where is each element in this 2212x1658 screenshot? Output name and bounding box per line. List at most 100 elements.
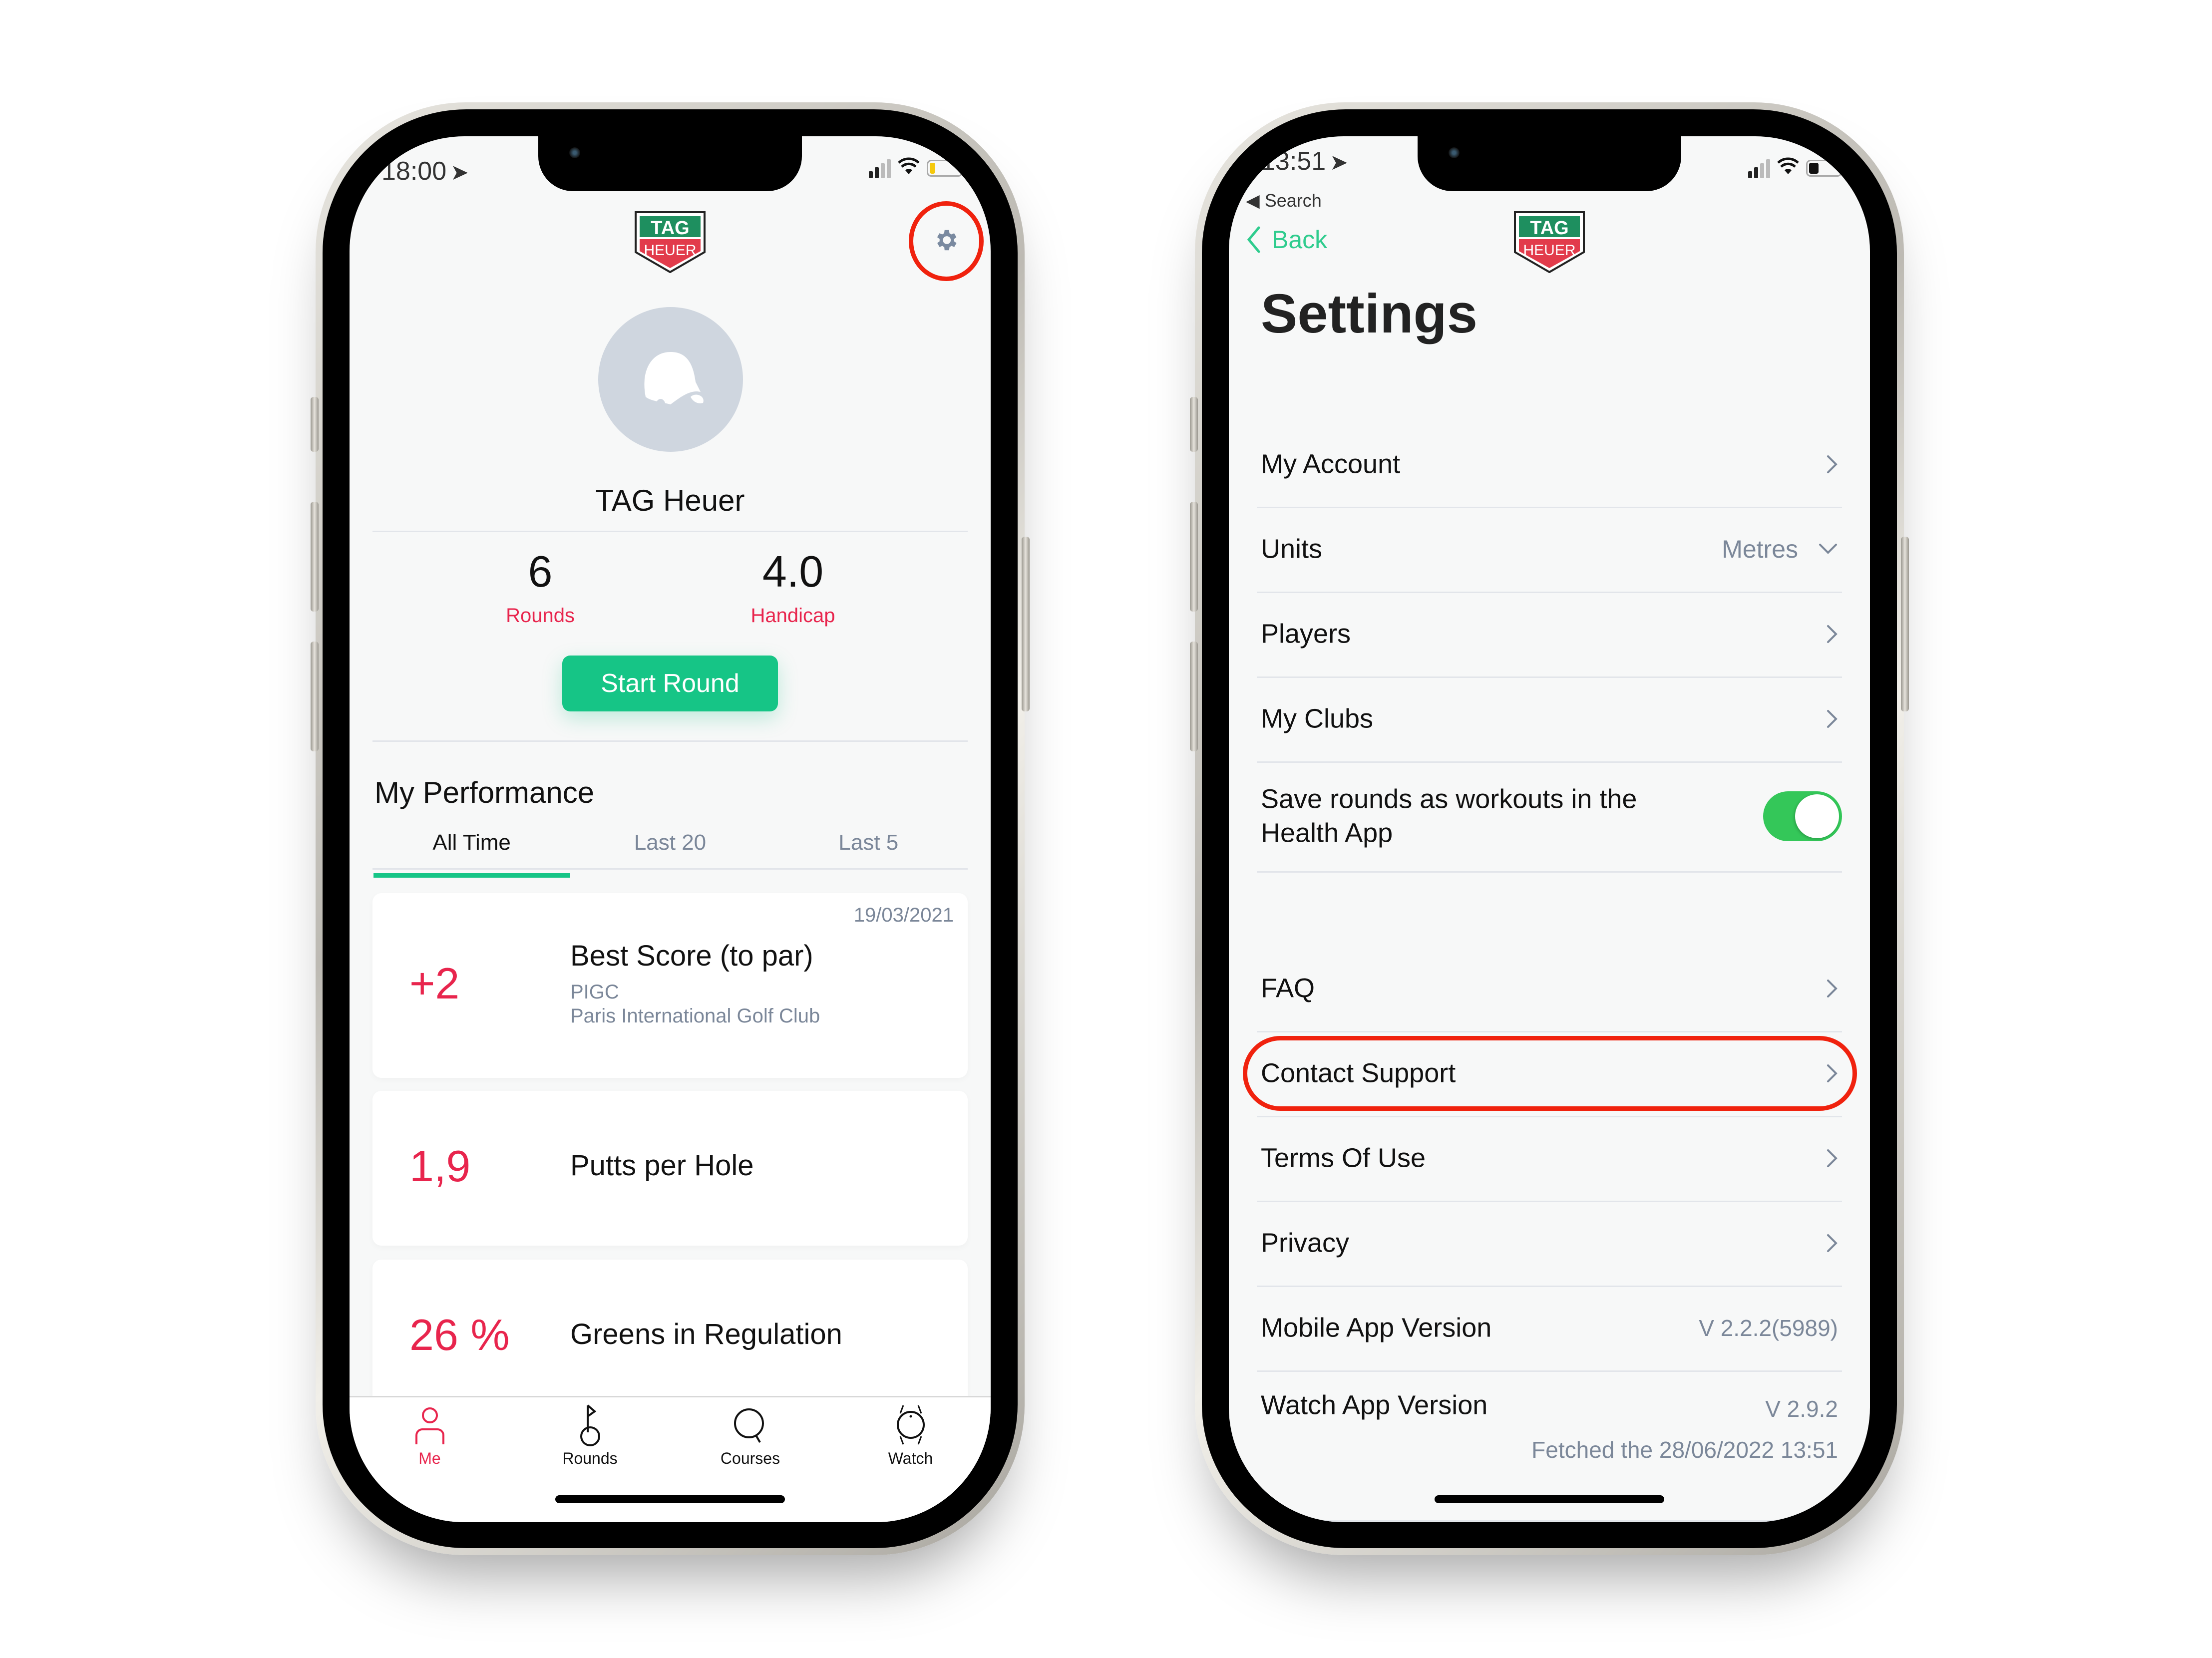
my-performance-title: My Performance — [374, 776, 595, 809]
tabbar-me-label: Me — [418, 1449, 441, 1467]
gir-value: 26 % — [409, 1310, 510, 1359]
rounds-stat: 6 Rounds — [465, 550, 615, 627]
status-time: 18:00 ➤ — [381, 157, 469, 186]
settings-row-privacy[interactable]: Privacy — [1257, 1201, 1842, 1287]
row-label: My Account — [1261, 449, 1401, 479]
tabbar-courses[interactable]: Courses — [670, 1402, 830, 1468]
row-label: Players — [1261, 619, 1351, 649]
chevron-right-icon — [1827, 1234, 1838, 1252]
contact-support-highlight-annotation — [1243, 1036, 1857, 1111]
tabbar-me[interactable]: Me — [350, 1402, 510, 1468]
system-icons — [869, 157, 966, 179]
chevron-right-icon — [1827, 1149, 1838, 1167]
wifi-icon — [898, 157, 920, 179]
avatar[interactable] — [598, 307, 743, 452]
home-indicator[interactable] — [1435, 1495, 1664, 1503]
best-score-value: +2 — [409, 959, 460, 1008]
system-icons — [1748, 157, 1845, 179]
volume-down-button — [1190, 642, 1198, 751]
cellular-signal-icon — [1748, 158, 1770, 178]
chevron-left-icon — [1247, 226, 1260, 253]
settings-row-my-clubs[interactable]: My Clubs — [1257, 676, 1842, 763]
left-phone: 18:00 ➤ TAG HEUER TAG Heuer 6 Rounds 4.0… — [311, 102, 1030, 1555]
mute-switch — [311, 397, 319, 452]
chevron-right-icon — [1827, 625, 1838, 643]
golf-cap-icon — [644, 352, 704, 413]
watch-version-value: V 2.9.2 — [1765, 1396, 1838, 1422]
svg-text:TAG: TAG — [651, 218, 689, 239]
settings-row-my-account[interactable]: My Account — [1257, 422, 1842, 508]
profile-name: TAG Heuer — [595, 484, 745, 517]
best-score-date: 19/03/2021 — [853, 904, 954, 926]
tabbar-rounds-label: Rounds — [562, 1449, 618, 1467]
svg-text:HEUER: HEUER — [1523, 242, 1575, 259]
tab-last-5[interactable]: Last 5 — [769, 830, 968, 868]
gir-card[interactable]: 26 % Greens in Regulation — [372, 1260, 968, 1419]
back-to-search-link[interactable]: ◀ Search — [1246, 190, 1322, 211]
row-label: Units — [1261, 534, 1323, 564]
settings-row-faq[interactable]: FAQ — [1257, 946, 1842, 1032]
row-label: Terms Of Use — [1261, 1143, 1426, 1173]
row-label: Save rounds as workouts in the Health Ap… — [1261, 784, 1637, 848]
gear-highlight-annotation — [909, 201, 984, 281]
battery-icon — [927, 159, 966, 177]
settings-row-health: Save rounds as workouts in the Health Ap… — [1257, 761, 1842, 873]
units-value: Metres — [1722, 535, 1798, 563]
tab-all-time[interactable]: All Time — [372, 830, 571, 868]
location-arrow-icon: ➤ — [1330, 150, 1349, 175]
battery-icon — [1806, 159, 1845, 177]
svg-text:TAG: TAG — [1530, 218, 1568, 239]
tabbar-rounds[interactable]: Rounds — [510, 1402, 670, 1468]
bottom-tab-bar: Me Rounds Courses Watch — [350, 1396, 991, 1522]
watch-version-fetched: Fetched the 28/06/2022 13:51 — [1531, 1437, 1838, 1463]
status-time: 13:51 ➤ — [1261, 147, 1349, 176]
row-label: My Clubs — [1261, 703, 1374, 734]
row-label: Privacy — [1261, 1228, 1350, 1258]
settings-row-terms[interactable]: Terms Of Use — [1257, 1116, 1842, 1202]
page-title: Settings — [1261, 283, 1477, 344]
row-label: Mobile App Version — [1261, 1313, 1492, 1343]
notch — [1418, 136, 1681, 191]
home-indicator[interactable] — [555, 1495, 785, 1503]
course-short-name: PIGC — [570, 981, 619, 1003]
back-button[interactable]: Back — [1246, 225, 1327, 254]
rounds-value: 6 — [528, 547, 553, 596]
handicap-value: 4.0 — [762, 547, 824, 596]
tabbar-watch[interactable]: Watch — [830, 1402, 991, 1468]
settings-screen: 13:51 ➤ ◀ Search Back TAG HEUER Settings… — [1229, 136, 1870, 1522]
watch-icon — [896, 1405, 925, 1445]
tabbar-watch-label: Watch — [888, 1449, 933, 1467]
divider — [372, 531, 968, 532]
tag-heuer-logo: TAG HEUER — [1514, 211, 1585, 274]
gir-title: Greens in Regulation — [570, 1318, 842, 1350]
row-label: FAQ — [1261, 973, 1315, 1003]
tag-heuer-logo: TAG HEUER — [635, 211, 706, 274]
wifi-icon — [1777, 157, 1799, 179]
right-phone: 13:51 ➤ ◀ Search Back TAG HEUER Settings… — [1190, 102, 1909, 1555]
mute-switch — [1190, 397, 1198, 452]
cellular-signal-icon — [869, 158, 891, 178]
settings-row-units[interactable]: Units Metres — [1257, 507, 1842, 593]
units-select[interactable]: Metres — [1722, 535, 1838, 564]
course-full-name: Paris International Golf Club — [570, 1005, 820, 1027]
divider — [372, 740, 968, 742]
health-app-toggle[interactable] — [1763, 791, 1842, 841]
best-score-card[interactable]: 19/03/2021 +2 Best Score (to par) PIGC P… — [372, 893, 968, 1078]
chevron-right-icon — [1827, 710, 1838, 728]
handicap-stat: 4.0 Handicap — [718, 550, 868, 627]
volume-down-button — [311, 642, 319, 751]
mobile-version-value: V 2.2.2(5989) — [1699, 1315, 1838, 1341]
row-label: Watch App Version — [1261, 1390, 1488, 1420]
start-round-button[interactable]: Start Round — [562, 656, 778, 711]
volume-up-button — [1190, 502, 1198, 612]
golf-flag-icon — [580, 1404, 600, 1446]
home-screen: 18:00 ➤ TAG HEUER TAG Heuer 6 Rounds 4.0… — [350, 136, 991, 1522]
chevron-down-icon — [1819, 544, 1837, 554]
back-label: Back — [1272, 226, 1328, 254]
svg-text:HEUER: HEUER — [644, 242, 696, 259]
settings-row-players[interactable]: Players — [1257, 592, 1842, 678]
performance-tabs: All Time Last 20 Last 5 — [372, 830, 968, 870]
putts-card[interactable]: 1,9 Putts per Hole — [372, 1091, 968, 1246]
best-score-title: Best Score (to par) — [570, 940, 813, 972]
tab-last-20[interactable]: Last 20 — [571, 830, 769, 868]
